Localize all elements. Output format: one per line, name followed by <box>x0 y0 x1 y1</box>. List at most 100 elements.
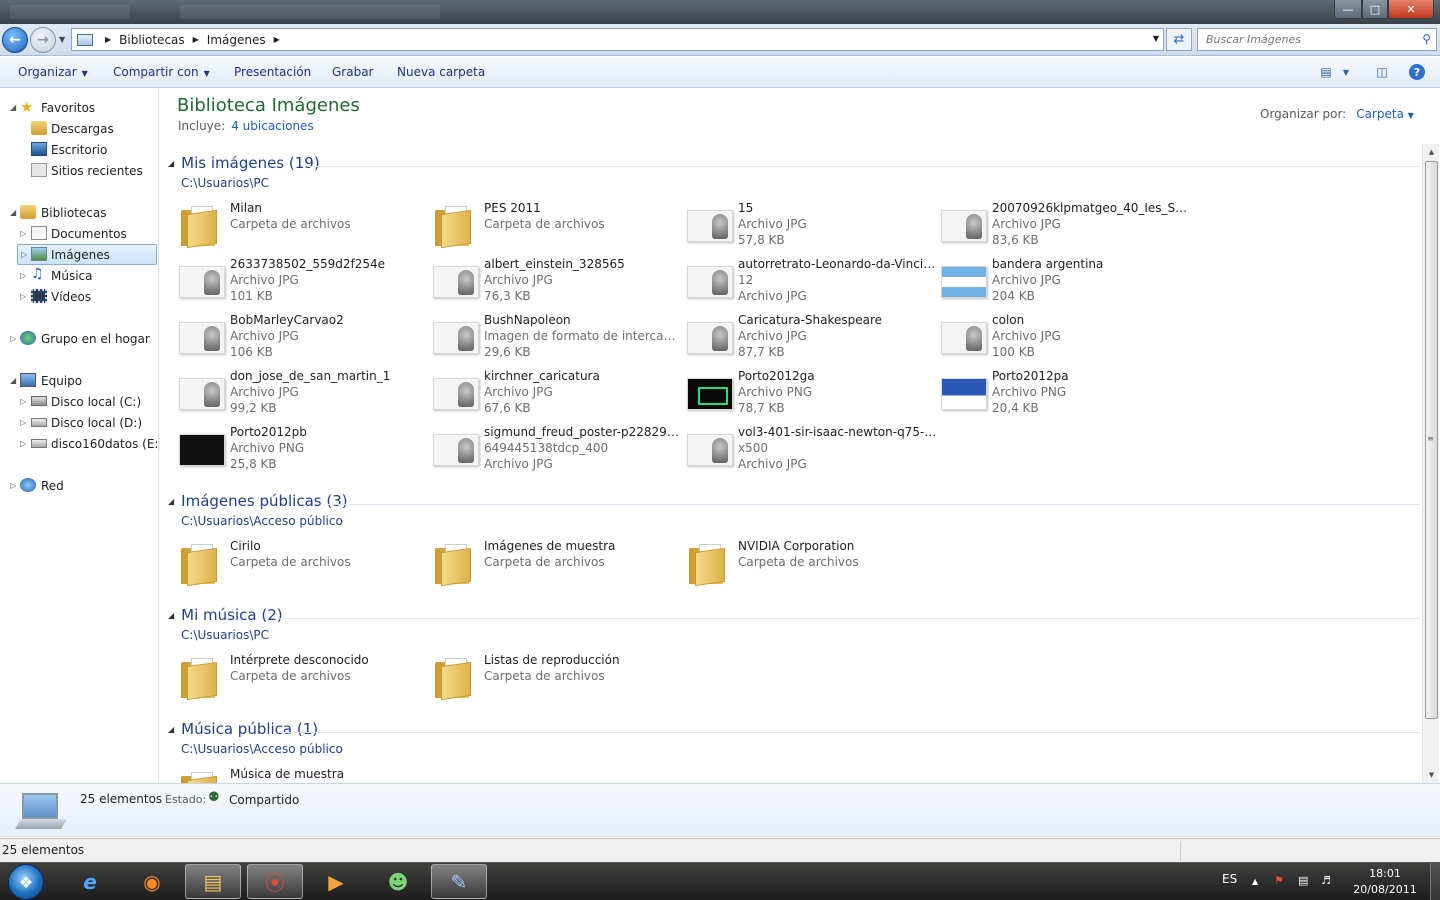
maximize-button[interactable]: □ <box>1362 0 1388 19</box>
expand-icon[interactable]: ▷ <box>20 271 26 280</box>
breadcrumb-pictures[interactable]: Imágenes <box>207 33 266 47</box>
chrome-icon[interactable]: ⦿ <box>247 864 303 899</box>
file-item[interactable]: Porto2012pa Archivo PNG 20,4 KB <box>939 364 1193 420</box>
ie-icon[interactable]: e <box>62 864 118 899</box>
folder-item[interactable]: Imágenes de muestra Carpeta de archivos <box>431 534 685 590</box>
expand-icon[interactable]: ▷ <box>10 481 16 490</box>
explorer-taskbar-icon[interactable]: ▤ <box>185 864 241 899</box>
collapse-icon[interactable]: ◢ <box>168 611 174 620</box>
expand-icon[interactable]: ▷ <box>20 229 26 238</box>
scroll-up-icon[interactable]: ▲ <box>1423 144 1440 160</box>
sidebar-item-libraries[interactable]: ◢ Bibliotecas <box>0 202 159 223</box>
slideshow-button[interactable]: Presentación <box>234 65 311 79</box>
collapse-icon[interactable]: ◢ <box>168 159 174 168</box>
group-header[interactable]: ◢ Imágenes públicas (3) <box>168 492 348 510</box>
folder-item[interactable]: Cirilo Carpeta de archivos <box>177 534 431 590</box>
firefox-icon[interactable]: ◉ <box>124 864 180 899</box>
breadcrumb-libraries[interactable]: Bibliotecas <box>119 33 184 47</box>
view-dropdown-icon[interactable]: ▼ <box>1340 63 1352 81</box>
expand-icon[interactable]: ▷ <box>20 439 26 448</box>
vertical-scrollbar[interactable]: ▲ ≡ ▼ <box>1422 144 1439 783</box>
expand-icon[interactable]: ▷ <box>20 418 26 427</box>
sidebar-item-desktop[interactable]: Escritorio <box>0 139 159 160</box>
sidebar-item-downloads[interactable]: Descargas <box>0 118 159 139</box>
paint-icon[interactable]: ✎ <box>431 864 487 899</box>
expand-icon[interactable]: ▷ <box>21 250 27 259</box>
arrange-dropdown[interactable]: Carpeta ▼ <box>1356 107 1414 121</box>
volume-icon[interactable]: ♬ <box>1321 874 1331 887</box>
start-button[interactable]: ❖ <box>8 864 44 900</box>
sidebar-item-computer[interactable]: ◢ Equipo <box>0 370 159 391</box>
messenger-icon[interactable]: ☻ <box>370 864 426 899</box>
folder-item[interactable]: Milan Carpeta de archivos <box>177 196 431 252</box>
show-desktop-button[interactable] <box>1430 863 1440 900</box>
address-bar[interactable]: ▶ Bibliotecas ▶ Imágenes ▶ ▼ <box>71 28 1164 51</box>
search-input[interactable] <box>1206 33 1416 46</box>
collapse-icon[interactable]: ◢ <box>168 497 174 506</box>
file-item[interactable]: colon Archivo JPG 100 KB <box>939 308 1193 364</box>
expand-icon[interactable]: ▷ <box>20 292 26 301</box>
sidebar-item-documents[interactable]: ▷ Documentos <box>0 223 159 244</box>
back-button[interactable]: ← <box>2 27 28 53</box>
collapse-icon[interactable]: ◢ <box>168 725 174 734</box>
file-item[interactable]: autorretrato-Leonardo-da-Vinci,-15 12 Arch… <box>685 252 939 308</box>
chevron-right-icon[interactable]: ▶ <box>193 35 199 44</box>
includes-link[interactable]: 4 ubicaciones <box>231 119 313 133</box>
network-tray-icon[interactable]: ▤ <box>1298 874 1308 887</box>
collapse-icon[interactable]: ◢ <box>10 208 16 217</box>
view-options-icon[interactable]: ▤ <box>1316 63 1336 81</box>
chevron-right-icon[interactable]: ▶ <box>105 35 111 44</box>
close-button[interactable]: ✕ <box>1388 0 1434 19</box>
sidebar-item-favorites[interactable]: ◢ ★ Favoritos <box>0 97 159 118</box>
expand-icon[interactable]: ▷ <box>20 397 26 406</box>
folder-item[interactable]: NVIDIA Corporation Carpeta de archivos <box>685 534 939 590</box>
forward-button[interactable]: → <box>30 27 56 53</box>
organize-button[interactable]: Organizar ▼ <box>18 65 88 79</box>
refresh-button[interactable]: ⇄ <box>1166 28 1192 51</box>
sidebar-item-disk-d[interactable]: ▷ Disco local (D:) <box>0 412 159 433</box>
chevron-right-icon[interactable]: ▶ <box>274 35 280 44</box>
folder-item[interactable]: PES 2011 Carpeta de archivos <box>431 196 685 252</box>
file-item[interactable]: Caricatura-Shakespeare Archivo JPG 87,7 KB <box>685 308 939 364</box>
help-icon[interactable]: ? <box>1409 64 1425 80</box>
search-icon[interactable]: ⚲ <box>1422 32 1431 46</box>
file-item[interactable]: 20070926klpmatgeo_40_Ies_SCO Archivo JPG 8… <box>939 196 1193 252</box>
sidebar-item-videos[interactable]: ▷ Vídeos <box>0 286 159 307</box>
history-dropdown-icon[interactable]: ▼ <box>59 35 65 44</box>
group-header[interactable]: ◢ Mi música (2) <box>168 606 283 624</box>
search-box[interactable]: ⚲ <box>1197 28 1437 51</box>
scroll-down-icon[interactable]: ▼ <box>1423 767 1440 783</box>
sidebar-item-disk-e[interactable]: ▷ disco160datos (E:) <box>0 433 163 454</box>
minimize-button[interactable]: — <box>1334 0 1362 19</box>
folder-item[interactable]: Música de muestra <box>177 762 431 783</box>
folder-item[interactable]: Intérprete desconocido Carpeta de archivo… <box>177 648 431 704</box>
file-item[interactable]: 2633738502_559d2f254e Archivo JPG 101 KB <box>177 252 431 308</box>
file-item[interactable]: albert_einstein_328565 Archivo JPG 76,3 KB <box>431 252 685 308</box>
burn-button[interactable]: Grabar <box>332 65 374 79</box>
sidebar-item-disk-c[interactable]: ▷ Disco local (C:) <box>0 391 159 412</box>
media-player-icon[interactable]: ▶ <box>308 864 364 899</box>
sidebar-item-recent[interactable]: Sitios recientes <box>0 160 159 181</box>
address-dropdown-icon[interactable]: ▼ <box>1153 34 1159 43</box>
sidebar-item-pictures[interactable]: ▷ Imágenes <box>17 244 157 265</box>
sidebar-item-homegroup[interactable]: ▷ Grupo en el hogar <box>0 328 159 349</box>
file-item[interactable]: vol3-401-sir-isaac-newton-q75-484 x500 Arc… <box>685 420 939 476</box>
collapse-icon[interactable]: ◢ <box>10 376 16 385</box>
file-item[interactable]: kirchner_caricatura Archivo JPG 67,6 KB <box>431 364 685 420</box>
file-item[interactable]: Porto2012ga Archivo PNG 78,7 KB <box>685 364 939 420</box>
group-header[interactable]: ◢ Mis imágenes (19) <box>168 154 320 172</box>
file-item[interactable]: BobMarleyCarvao2 Archivo JPG 106 KB <box>177 308 431 364</box>
expand-icon[interactable]: ▷ <box>10 334 16 343</box>
sidebar-item-network[interactable]: ▷ Red <box>0 475 159 496</box>
file-item[interactable]: sigmund_freud_poster-p228295619 649445138… <box>431 420 685 476</box>
file-item[interactable]: bandera argentina Archivo JPG 204 KB <box>939 252 1193 308</box>
collapse-icon[interactable]: ◢ <box>10 103 16 112</box>
new-folder-button[interactable]: Nueva carpeta <box>397 65 485 79</box>
language-indicator[interactable]: ES <box>1222 872 1237 886</box>
file-item[interactable]: don_jose_de_san_martin_1 Archivo JPG 99,2 … <box>177 364 431 420</box>
action-center-icon[interactable]: ⚑ <box>1274 874 1284 887</box>
file-item[interactable]: Porto2012pb Archivo PNG 25,8 KB <box>177 420 431 476</box>
file-item[interactable]: 15 Archivo JPG 57,8 KB <box>685 196 939 252</box>
clock[interactable]: 18:01 20/08/2011 <box>1350 866 1420 898</box>
sidebar-item-music[interactable]: ▷ ♫ Música <box>0 265 159 286</box>
